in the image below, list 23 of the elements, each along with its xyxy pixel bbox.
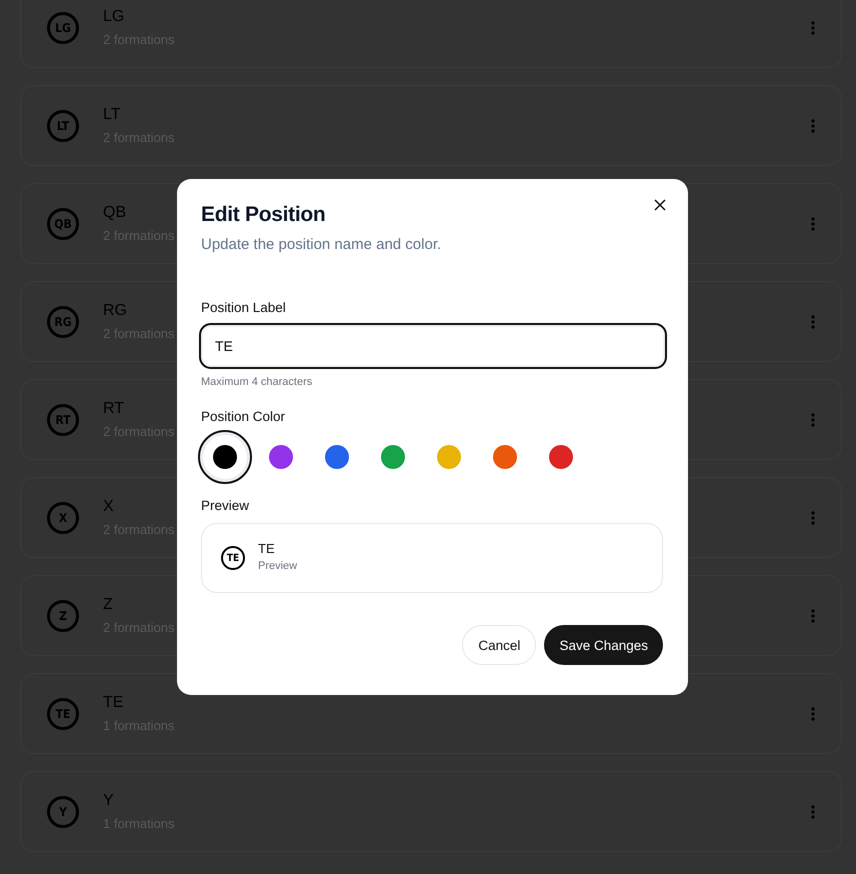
field-hint: Maximum 4 characters <box>201 376 312 388</box>
more-icon[interactable] <box>811 20 815 34</box>
save-button[interactable]: Save Changes <box>544 625 663 665</box>
more-icon[interactable] <box>811 608 815 622</box>
more-icon[interactable] <box>811 804 815 818</box>
input-field[interactable]: TE <box>199 323 667 369</box>
preview-subtitle: Preview <box>258 560 298 572</box>
dialog-description: Update the position name and color. <box>201 236 442 253</box>
more-icon[interactable] <box>811 118 815 132</box>
field-label: Position Label <box>201 300 286 315</box>
color-swatch[interactable] <box>198 430 252 484</box>
close-icon <box>654 199 666 211</box>
more-icon[interactable] <box>811 314 815 328</box>
more-icon[interactable] <box>811 510 815 524</box>
more-icon[interactable] <box>811 706 815 720</box>
field-label: Position Color <box>201 409 286 424</box>
field-label: Preview <box>201 498 250 513</box>
more-icon[interactable] <box>811 412 815 426</box>
preview-badge: TE <box>221 546 245 570</box>
preview-name: TE <box>258 540 275 556</box>
dialog-title: Edit Position <box>201 203 326 227</box>
cancel-button[interactable]: Cancel <box>462 625 536 665</box>
more-icon[interactable] <box>811 216 815 230</box>
